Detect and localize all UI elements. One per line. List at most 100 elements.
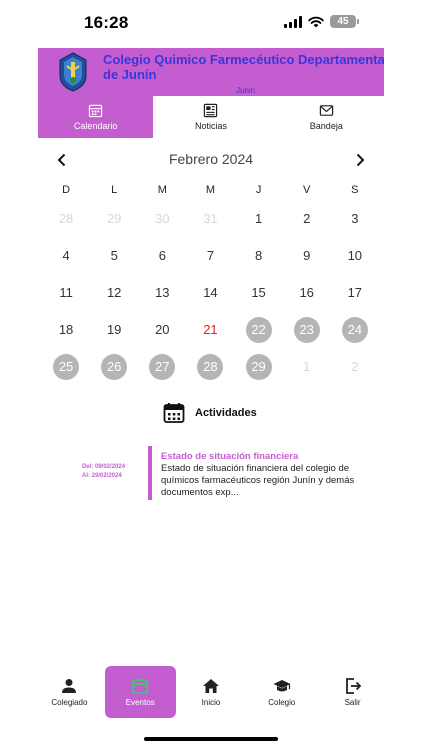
weekday-header: D L M M J V S [42, 180, 379, 200]
bottom-navigation: Colegiado Eventos Inicio Colegio Salir [34, 666, 388, 718]
calendar-day-number: 30 [155, 211, 170, 226]
weekday-label: M [205, 184, 216, 196]
calendar-day[interactable]: 19 [90, 311, 138, 348]
calendar-day[interactable]: 17 [331, 274, 379, 311]
calendar-day[interactable]: 2 [331, 348, 379, 385]
nav-colegio[interactable]: Colegio [246, 666, 317, 718]
calendar-day[interactable]: 27 [138, 348, 186, 385]
calendar-weeks: 28 29 30 31 1 2 3 4 5 6 7 8 9 10 11 12 13 14 15 16 17 18 19 20 2… [42, 200, 379, 385]
home-icon [202, 679, 219, 693]
nav-label: Salir [344, 698, 361, 707]
calendar-day-number: 28 [58, 211, 74, 226]
event-item[interactable]: Del: 09/02/2024 Al: 29/02/2024 Estado de… [82, 446, 362, 502]
calendar-day[interactable]: 28 [42, 200, 90, 237]
calendar-day[interactable]: 15 [235, 274, 283, 311]
battery-icon: 45 [330, 15, 359, 28]
calendar-day[interactable]: 1 [235, 200, 283, 237]
calendar-day[interactable]: 3 [331, 200, 379, 237]
calendar-day[interactable]: 22 [235, 311, 283, 348]
calendar-day-number: 16 [299, 285, 314, 300]
nav-salir[interactable]: Salir [317, 666, 388, 718]
event-start-date: Del: 09/02/2024 [82, 464, 126, 470]
calendar-day[interactable]: 28 [186, 348, 234, 385]
calendar-day[interactable]: 6 [138, 237, 186, 274]
calendar-day-number: 24 [341, 316, 368, 343]
calendar-week: 18 19 20 21 22 23 24 [42, 311, 379, 348]
calendar-day[interactable]: 18 [42, 311, 90, 348]
home-indicator[interactable] [144, 737, 278, 741]
calendar-day-number: 8 [254, 248, 263, 263]
calendar-day-number: 29 [245, 353, 272, 380]
calendar-day-number: 25 [53, 353, 80, 380]
calendar-day[interactable]: 8 [235, 237, 283, 274]
calendar-day[interactable]: 16 [283, 274, 331, 311]
newspaper-icon [204, 103, 218, 118]
calendar-day-number: 4 [62, 248, 70, 263]
calendar-day-number: 26 [101, 353, 128, 380]
weekday-label: S [351, 184, 359, 196]
calendar-day[interactable]: 10 [331, 237, 379, 274]
status-icons: 45 [284, 15, 359, 28]
event-dates: Del: 09/02/2024 Al: 29/02/2024 [82, 463, 144, 481]
calendar-day-number: 9 [303, 248, 311, 263]
calendar-day-number: 13 [155, 285, 170, 300]
graduation-cap-icon [273, 680, 291, 692]
tab-bandeja[interactable]: Bandeja [269, 96, 384, 138]
calendar-day[interactable]: 4 [42, 237, 90, 274]
calendar-day[interactable]: 20 [138, 311, 186, 348]
calendar-day-number: 10 [347, 248, 363, 263]
calendar-day[interactable]: 30 [138, 200, 186, 237]
event-accent-bar [148, 446, 152, 500]
calendar-week: 11 12 13 14 15 16 17 [42, 274, 379, 311]
calendar-day[interactable]: 7 [186, 237, 234, 274]
calendar-day-number: 3 [351, 211, 359, 226]
calendar-day[interactable]: 24 [331, 311, 379, 348]
weekday-label: M [157, 184, 167, 196]
nav-inicio[interactable]: Inicio [176, 666, 247, 718]
calendar-day-number: 6 [158, 248, 166, 263]
month-title: Febrero 2024 [168, 151, 254, 167]
calendar-day[interactable]: 9 [283, 237, 331, 274]
status-bar: 16:28 45 [0, 0, 422, 46]
calendar-day-number: 22 [245, 316, 272, 343]
calendar-day-number: 29 [106, 211, 122, 226]
calendar-day[interactable]: 29 [235, 348, 283, 385]
status-time: 16:28 [84, 13, 129, 32]
calendar-day-number: 2 [351, 359, 359, 374]
calendar-day[interactable]: 1 [283, 348, 331, 385]
nav-eventos[interactable]: Eventos [104, 666, 176, 718]
calendar-icon [163, 403, 185, 423]
tab-noticias[interactable]: Noticias [153, 96, 268, 138]
top-tabs: Calendario Noticias Bandeja [38, 96, 384, 138]
calendar-day[interactable]: 21 [186, 311, 234, 348]
calendar-day[interactable]: 26 [90, 348, 138, 385]
calendar-day[interactable]: 11 [42, 274, 90, 311]
nav-colegiado[interactable]: Colegiado [34, 666, 105, 718]
calendar-day-number: 28 [197, 353, 224, 380]
weekday-label: J [255, 184, 262, 196]
app-header: Colegio Quimico Farmecéutico Departament… [38, 48, 384, 96]
calendar-day-number: 11 [59, 285, 73, 300]
tab-calendario[interactable]: Calendario [38, 96, 154, 138]
calendar-day[interactable]: 5 [90, 237, 138, 274]
calendar-day-number: 1 [254, 211, 263, 226]
calendar-day[interactable]: 12 [90, 274, 138, 311]
calendar-week: 4 5 6 7 8 9 10 [42, 237, 379, 274]
calendar-day[interactable]: 14 [186, 274, 234, 311]
calendar-day-number: 20 [155, 322, 170, 337]
event-end-date: Al: 29/02/2024 [82, 473, 122, 479]
calendar-day[interactable]: 23 [283, 311, 331, 348]
calendar-day-number: 19 [106, 322, 122, 337]
calendar-day-number: 2 [303, 211, 311, 226]
next-month-button[interactable] [350, 150, 370, 170]
chevron-right-icon [356, 153, 365, 167]
calendar-day-number: 27 [149, 353, 176, 380]
calendar-day-number: 15 [251, 285, 266, 300]
calendar-day[interactable]: 25 [42, 348, 90, 385]
calendar-day[interactable]: 2 [283, 200, 331, 237]
calendar-day[interactable]: 29 [90, 200, 138, 237]
header-title-line1: Colegio Quimico Farmecéutico Departament… [103, 52, 384, 67]
calendar-day[interactable]: 31 [186, 200, 234, 237]
header-title: Colegio Quimico Farmecéutico Departament… [103, 52, 384, 82]
calendar-day[interactable]: 13 [138, 274, 186, 311]
